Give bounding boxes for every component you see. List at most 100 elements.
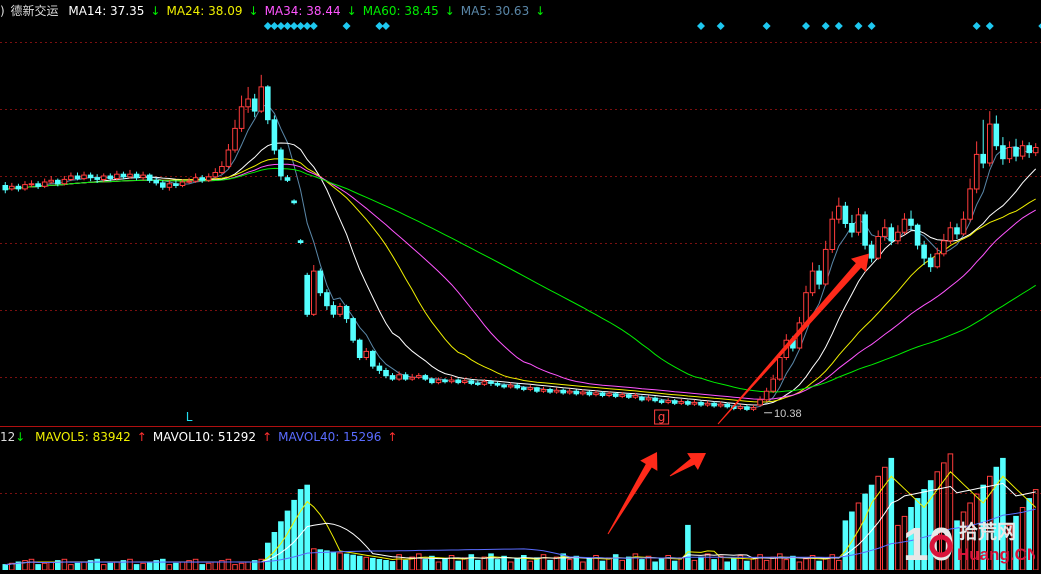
candle-body <box>941 240 947 255</box>
volume-bar <box>363 556 370 571</box>
volume-bar <box>127 558 133 571</box>
candle-body <box>855 214 862 233</box>
volume-bar <box>606 557 612 571</box>
volume-bar <box>855 502 862 571</box>
grid <box>0 42 1041 494</box>
candle-body <box>350 318 356 341</box>
volume-bar <box>599 560 606 571</box>
volume-bar <box>711 559 717 571</box>
candle-body <box>55 179 61 185</box>
signal-diamond-icon <box>309 22 318 30</box>
candle-body <box>553 389 560 393</box>
candle-body <box>560 389 567 394</box>
volume-bar <box>337 552 343 571</box>
ma-legend-item: MA24: 38.09 <box>166 4 243 18</box>
mavol10-line <box>5 482 1036 566</box>
candle-body <box>330 305 337 315</box>
candle-body <box>717 403 724 407</box>
volume-bar <box>350 554 356 571</box>
signal-diamond-icon <box>381 22 390 30</box>
candle-body <box>822 248 829 285</box>
volume-bar <box>356 555 363 571</box>
signal-diamond-icon <box>716 22 725 30</box>
ma-legend-arrow: ↓ <box>444 4 455 18</box>
volume-bar <box>343 553 350 571</box>
volume-bar <box>888 457 895 571</box>
candle-body <box>547 389 553 393</box>
candle-body <box>882 227 888 237</box>
volume-bar <box>803 558 809 571</box>
candle-body <box>271 119 278 151</box>
candle-body <box>777 357 783 380</box>
candle-body <box>265 86 271 121</box>
volume-bar <box>862 493 868 571</box>
candle-body <box>304 274 310 315</box>
candle-body <box>114 173 120 179</box>
candle-body <box>921 244 927 259</box>
candle-body <box>803 292 809 324</box>
signal-diamond-icon <box>762 22 771 30</box>
candle-body <box>678 401 685 404</box>
candle-body <box>671 400 678 404</box>
volume-bar <box>671 560 678 571</box>
candle-body <box>514 384 521 389</box>
volume-bar <box>494 559 501 571</box>
candle-body <box>639 396 645 401</box>
mavol-legend: MAVOL5: 83942 ↑ MAVOL10: 51292 ↑ MAVOL40: 15… <box>35 430 403 444</box>
volume-bar <box>481 556 488 571</box>
volume-bar <box>41 562 48 571</box>
ma-legend-arrow: ↓ <box>150 4 161 18</box>
candle-body <box>599 392 606 396</box>
candle-body <box>448 379 455 383</box>
candle-body <box>120 173 127 178</box>
volume-bar <box>376 559 383 571</box>
volume-bar <box>35 564 41 571</box>
candle-body <box>619 394 626 397</box>
volume-bar <box>658 558 665 571</box>
candle-body <box>770 378 777 392</box>
volume-bar <box>573 555 580 571</box>
candle-body <box>665 400 672 403</box>
volume-bar <box>744 560 750 571</box>
signal-diamonds <box>263 22 1041 30</box>
volume-bar <box>619 559 626 571</box>
kline-chart: 10.38 Lg财 <box>0 22 1041 571</box>
candle-body <box>87 174 94 179</box>
candle-body <box>652 397 658 402</box>
ma-legend-item: MA60: 38.45 <box>362 4 439 18</box>
candle-body <box>9 185 15 190</box>
candle-body <box>422 375 429 380</box>
volume-bar <box>626 556 632 571</box>
candle-body <box>842 205 849 224</box>
candle-body <box>973 153 980 190</box>
candle-body <box>455 379 461 384</box>
signal-diamond-icon <box>867 22 876 30</box>
candle-body <box>376 365 383 371</box>
candle-body <box>527 387 534 390</box>
candle-body <box>166 183 173 188</box>
candle-body <box>737 406 744 409</box>
candle-body <box>704 402 711 406</box>
candle-body <box>160 182 166 188</box>
volume-bar <box>422 559 429 571</box>
candle-body <box>993 123 1000 147</box>
candle-body <box>895 231 901 242</box>
candle-body <box>809 270 816 294</box>
candle-body <box>245 98 251 108</box>
candle-body <box>836 205 842 220</box>
volume-bar <box>133 564 140 571</box>
volume-bar <box>770 556 777 571</box>
candle-body <box>954 227 960 235</box>
volume-bar <box>205 562 212 571</box>
volume-bar <box>566 559 573 571</box>
price-arrow-icon <box>717 253 870 425</box>
signal-diamond-icon <box>821 22 830 30</box>
candle-body <box>317 270 324 294</box>
candle-body <box>967 188 973 220</box>
candle-body <box>1006 147 1013 160</box>
candle-body <box>1013 147 1019 157</box>
signal-diamond-icon <box>342 22 351 30</box>
candle-body <box>284 177 291 181</box>
signal-diamond-icon <box>972 22 981 30</box>
signal-diamond-icon <box>985 22 994 30</box>
